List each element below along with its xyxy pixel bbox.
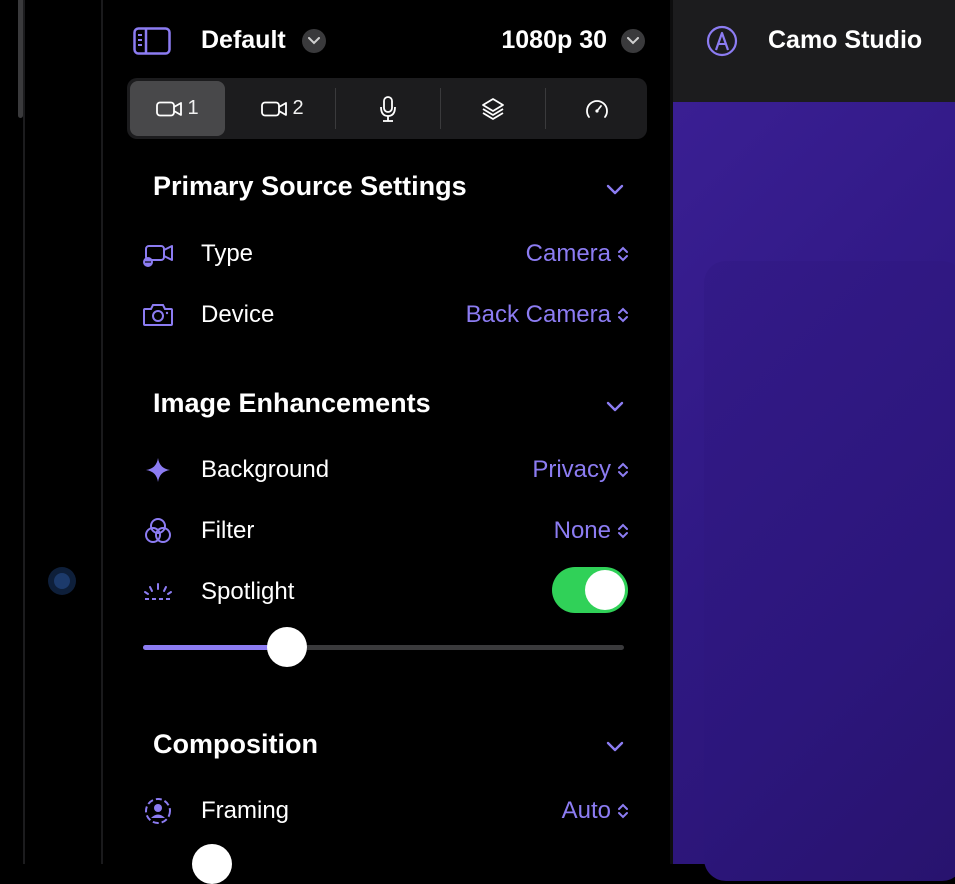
device-select[interactable]: Back Camera: [466, 301, 629, 329]
camera-icon: [156, 101, 183, 116]
tab-performance[interactable]: [550, 81, 644, 136]
chevron-down-icon[interactable]: [604, 395, 626, 417]
row-device[interactable]: Device Back Camera: [103, 292, 673, 336]
tab-label: 1: [187, 97, 199, 119]
type-value: Camera: [525, 240, 611, 267]
sparkle-icon: [146, 458, 170, 482]
tab-camera-2[interactable]: 2: [235, 81, 330, 136]
spotlight-slider-fill: [143, 645, 288, 650]
chevron-up-down-icon: [618, 462, 628, 478]
sidebar-toggle-icon[interactable]: [133, 27, 171, 55]
source-tab-bar: 1 2: [127, 78, 647, 139]
chevron-down-icon[interactable]: [604, 178, 626, 200]
chevron-down-icon: [308, 37, 320, 45]
framing-slider-handle[interactable]: [192, 844, 232, 884]
tab-label: 2: [292, 97, 304, 119]
camo-logo-icon: [706, 25, 738, 57]
settings-panel: Default 1080p 30 1 2 Primary Source Sett…: [103, 0, 673, 884]
speedometer-icon: [586, 99, 608, 118]
microphone-icon: [379, 95, 396, 122]
camera-icon: [261, 101, 288, 116]
panel-header: Default 1080p 30: [103, 0, 673, 80]
app-title: Camo Studio: [768, 26, 923, 54]
framing-select[interactable]: Auto: [562, 797, 629, 825]
status-dot-inner: [54, 573, 70, 589]
tab-overlays[interactable]: [445, 81, 540, 136]
tab-separator: [440, 88, 441, 129]
preview-card: [704, 261, 955, 881]
row-background[interactable]: Background Privacy: [103, 447, 673, 491]
video-source-icon: [143, 245, 173, 267]
tab-separator: [335, 88, 336, 129]
spotlight-slider-track[interactable]: [143, 645, 624, 650]
chevron-down-icon[interactable]: [604, 735, 626, 757]
spotlight-icon: [144, 583, 172, 600]
tab-audio[interactable]: [340, 81, 435, 136]
row-filter[interactable]: Filter None: [103, 508, 673, 552]
tab-separator: [545, 88, 546, 129]
chevron-down-icon: [627, 37, 639, 45]
framing-person-icon: [145, 798, 171, 824]
tab-camera-1[interactable]: 1: [130, 81, 225, 136]
chevron-up-down-icon: [618, 803, 628, 819]
toggle-knob: [585, 570, 625, 610]
type-label: Type: [201, 240, 254, 267]
spotlight-slider-handle[interactable]: [267, 627, 308, 667]
background-value: Privacy: [532, 456, 611, 483]
filter-select[interactable]: None: [554, 517, 629, 545]
device-label: Device: [201, 301, 275, 328]
device-value: Back Camera: [465, 301, 611, 328]
spotlight-toggle[interactable]: [552, 567, 628, 613]
layers-icon: [481, 97, 504, 120]
preset-label[interactable]: Default: [201, 26, 286, 55]
resolution-dropdown-button[interactable]: [621, 29, 645, 53]
spotlight-label: Spotlight: [201, 578, 295, 605]
strip-line: [23, 0, 25, 864]
background-label: Background: [201, 456, 330, 483]
chevron-up-down-icon: [618, 307, 628, 323]
preset-dropdown-button[interactable]: [302, 29, 326, 53]
section-title-composition: Composition: [153, 729, 318, 759]
row-type[interactable]: Type Camera: [103, 231, 673, 275]
framing-label: Framing: [201, 797, 290, 824]
filter-label: Filter: [201, 517, 255, 544]
filter-circles-icon: [145, 518, 171, 543]
type-select[interactable]: Camera: [526, 240, 629, 268]
section-title-primary-source: Primary Source Settings: [153, 171, 467, 201]
resolution-label[interactable]: 1080p 30: [501, 26, 607, 55]
video-preview: [673, 102, 955, 881]
app-header: Camo Studio: [673, 0, 955, 102]
chevron-up-down-icon: [618, 246, 628, 262]
left-window-strip: [0, 0, 103, 864]
background-select[interactable]: Privacy: [532, 456, 629, 484]
chevron-up-down-icon: [618, 523, 628, 539]
filter-value: None: [553, 517, 611, 544]
row-framing[interactable]: Framing Auto: [103, 788, 673, 832]
camera-photo-icon: [143, 304, 173, 326]
framing-value: Auto: [561, 797, 611, 824]
section-title-image-enhancements: Image Enhancements: [153, 388, 431, 418]
status-dot[interactable]: [48, 567, 76, 595]
